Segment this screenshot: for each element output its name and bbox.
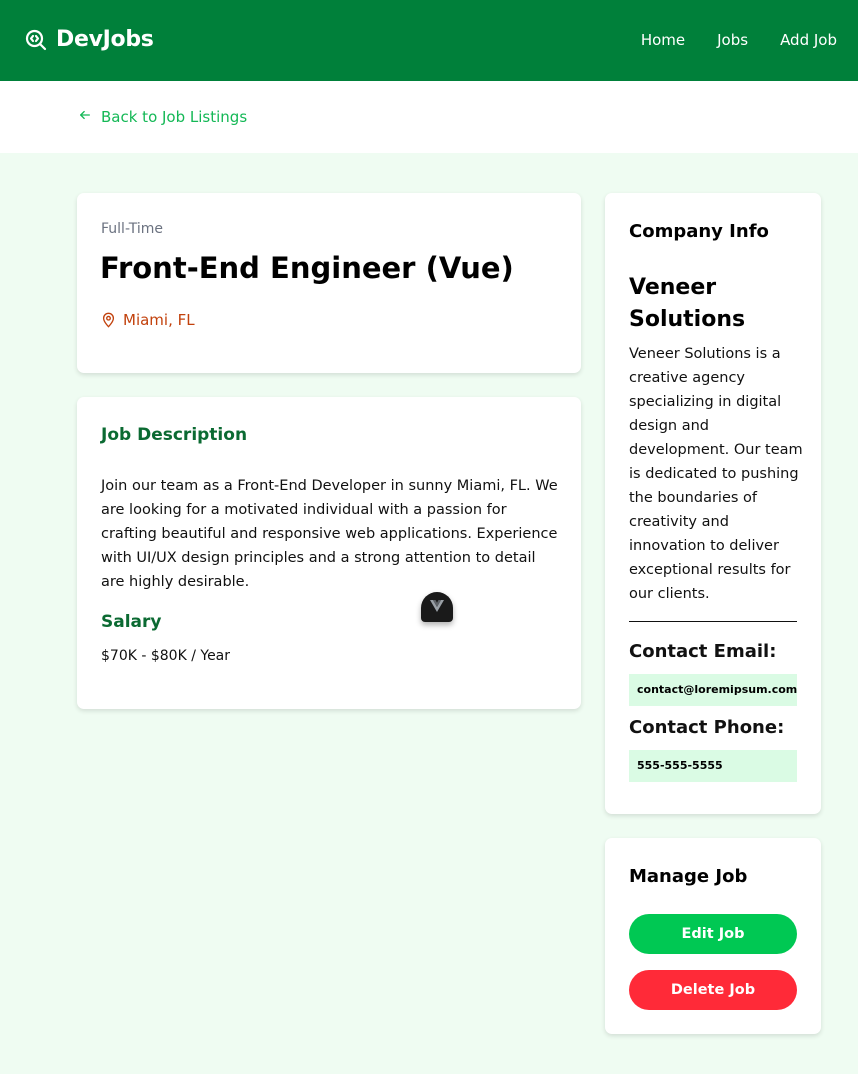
contact-phone-label: Contact Phone: (629, 717, 785, 738)
nav-link-jobs[interactable]: Jobs (717, 31, 748, 49)
nav-link-add-job[interactable]: Add Job (780, 31, 837, 49)
job-location-text: Miami, FL (123, 311, 195, 329)
job-description-text: Join our team as a Front-End Developer i… (101, 478, 558, 590)
map-pin-icon (102, 312, 115, 328)
nav-links: Home Jobs Add Job (609, 31, 837, 49)
job-description-heading: Job Description (101, 425, 248, 445)
job-header-card: Full-Time Front-End Engineer (Vue) Miami… (77, 193, 581, 373)
job-description-card: Job Description Join our team as a Front… (77, 397, 581, 709)
vue-logo-icon (430, 600, 444, 612)
divider (629, 621, 797, 622)
brand-logo[interactable]: DevJobs (24, 27, 154, 52)
search-code-icon (25, 29, 47, 50)
manage-job-card: Manage Job Edit Job Delete Job (605, 838, 821, 1034)
edit-job-button[interactable]: Edit Job (629, 914, 797, 954)
company-info-heading: Company Info (629, 221, 769, 242)
contact-phone-value: 555-555-5555 (629, 750, 797, 782)
vue-devtools-button[interactable] (421, 592, 453, 622)
brand-name: DevJobs (56, 27, 154, 52)
navbar: DevJobs Home Jobs Add Job (0, 0, 858, 81)
company-info-card: Company Info Veneer Solutions Veneer Sol… (605, 193, 821, 814)
job-location: Miami, FL (101, 311, 195, 329)
job-type: Full-Time (101, 221, 163, 237)
nav-link-home[interactable]: Home (641, 31, 685, 49)
manage-job-heading: Manage Job (629, 866, 748, 887)
contact-email-value: contact@loremipsum.com (629, 674, 797, 706)
company-description: Veneer Solutions is a creative agency sp… (629, 346, 803, 602)
salary-value: $70K - $80K / Year (101, 648, 231, 664)
contact-email-label: Contact Email: (629, 641, 777, 662)
job-title: Front-End Engineer (Vue) (100, 251, 514, 285)
arrow-left-icon (79, 109, 91, 125)
salary-heading: Salary (101, 612, 162, 632)
back-link-label: Back to Job Listings (101, 108, 248, 126)
delete-job-button[interactable]: Delete Job (629, 970, 797, 1010)
back-to-listings-link[interactable]: Back to Job Listings (79, 108, 247, 126)
company-name: Veneer Solutions (629, 275, 746, 332)
